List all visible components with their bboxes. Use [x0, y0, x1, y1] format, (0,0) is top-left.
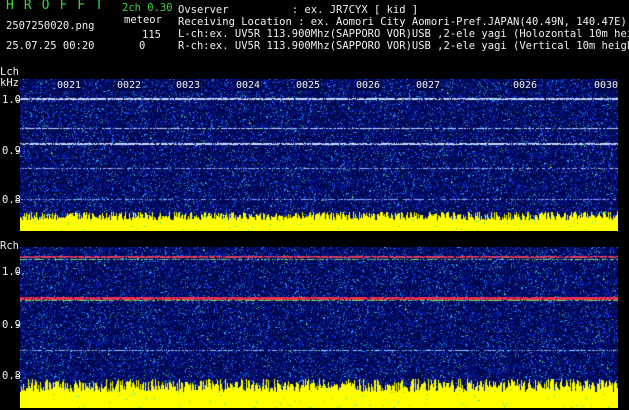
meteor-counter-label: meteor: [124, 14, 162, 26]
time-label: 0024: [235, 80, 262, 91]
lch-spectrogram: [20, 79, 618, 231]
lch-right-gap: [618, 79, 629, 231]
rch-meteor-count: 0: [139, 40, 146, 52]
time-label: 0025: [295, 80, 322, 91]
datetime-label: 25.07.25 00:20: [6, 40, 95, 52]
app-title: HROFFT: [6, 0, 113, 13]
time-label: 0023: [175, 80, 202, 91]
mode-label: 2ch 0.30: [122, 2, 173, 14]
time-label: 0022: [116, 80, 143, 91]
lch-receiver-info: L-ch:ex. UV5R 113.900Mhz(SAPPORO VOR)USB…: [178, 28, 629, 40]
time-label: 0021: [56, 80, 83, 91]
time-label: 0030: [593, 80, 620, 91]
rch-receiver-info: R-ch:ex. UV5R 113.900Mhz(SAPPORO VOR)USB…: [178, 40, 629, 52]
time-label: 0026: [512, 80, 539, 91]
filename-label: 2507250020.png: [6, 20, 95, 32]
lch-unit-label: kHz: [0, 77, 19, 89]
location-info: Receiving Location : ex. Aomori City Aom…: [178, 16, 627, 28]
observer-info: Ovserver : ex. JR7CYX [ kid ]: [178, 4, 419, 16]
time-label: 0026: [355, 80, 382, 91]
rch-right-gap: [618, 247, 629, 408]
time-label: 0027: [415, 80, 442, 91]
rch-label: Rch: [0, 240, 19, 252]
rch-spectrogram: [20, 247, 618, 408]
